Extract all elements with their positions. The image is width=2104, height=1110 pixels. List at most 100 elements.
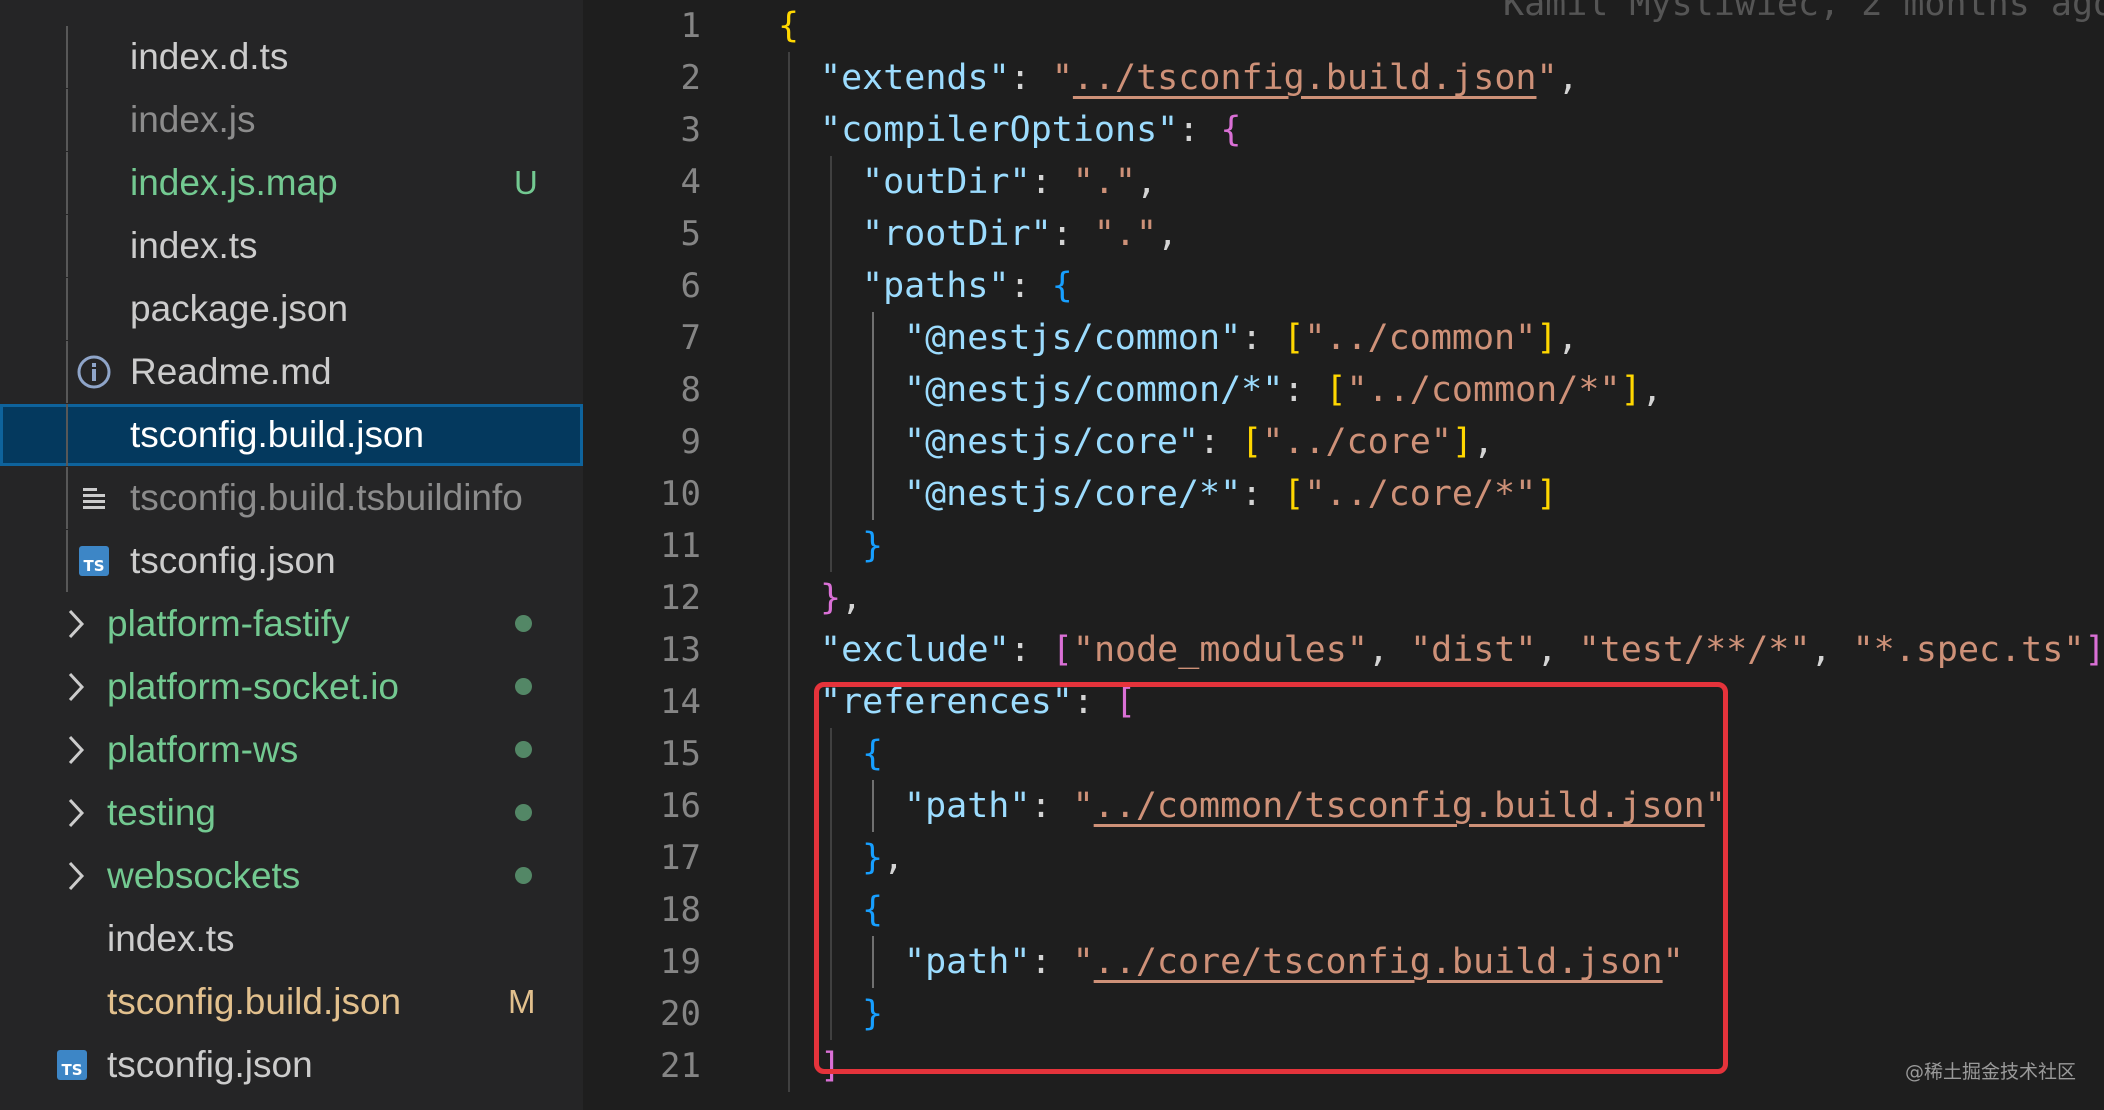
- tsconfig-icon: TS: [50, 1034, 94, 1096]
- code-token: "extends": [820, 58, 1010, 98]
- line-number: 13: [660, 630, 701, 670]
- file-label: index.js: [130, 99, 256, 140]
- code-line[interactable]: 11}: [583, 520, 2104, 572]
- code-line[interactable]: 12},: [583, 572, 2104, 624]
- code-token: :: [1009, 58, 1052, 98]
- line-code: "compilerOptions": {: [820, 104, 1241, 156]
- code-token: "@nestjs/core/*": [904, 474, 1242, 514]
- code-token: {: [1220, 110, 1242, 150]
- code-line[interactable]: 13 "exclude": ["node_modules", "dist", "t…: [583, 624, 2104, 676]
- code-token: "../common": [1304, 318, 1537, 358]
- code-token: [: [1325, 370, 1347, 410]
- code-token: :: [1178, 110, 1221, 150]
- code-token: {: [1051, 266, 1073, 306]
- file-item[interactable]: package.json: [0, 278, 583, 340]
- code-token: :: [1030, 162, 1073, 202]
- code-token: :: [1241, 318, 1284, 358]
- file-label: platform-fastify: [107, 603, 350, 644]
- path-link[interactable]: ../tsconfig.build.json: [1073, 58, 1537, 98]
- file-item[interactable]: index.js.map U: [0, 152, 583, 214]
- code-line[interactable]: 10 "@nestjs/core/*": ["../core/*"]: [583, 468, 2104, 520]
- code-line[interactable]: 7 "@nestjs/common": ["../common"],: [583, 312, 2104, 364]
- indent-guide: [66, 530, 68, 592]
- line-number: 17: [660, 838, 701, 878]
- file-item[interactable]: index.ts: [0, 215, 583, 277]
- folder-item[interactable]: platform-socket.io: [0, 656, 583, 718]
- line-code: {: [778, 0, 799, 52]
- code-token: "@nestjs/core": [904, 422, 1200, 462]
- file-label: websockets: [107, 855, 301, 896]
- file-item[interactable]: tsconfig.build.json: [0, 404, 583, 466]
- chevron-right-icon[interactable]: [62, 668, 92, 706]
- line-number: 20: [660, 994, 701, 1034]
- file-item[interactable]: Readme.md: [0, 341, 583, 403]
- code-token: ,: [841, 578, 863, 618]
- highlight-box: [814, 682, 1728, 1074]
- code-token: ]: [1536, 474, 1558, 514]
- json-braces-icon: [72, 404, 116, 466]
- code-line[interactable]: 9 "@nestjs/core": ["../core"],: [583, 416, 2104, 468]
- file-item[interactable]: index.js: [0, 89, 583, 151]
- file-item[interactable]: TS tsconfig.json: [0, 1034, 583, 1096]
- chevron-right-icon[interactable]: [62, 731, 92, 769]
- typescript-icon: [72, 26, 116, 88]
- indent-guide: [66, 467, 68, 529]
- code-token: "rootDir": [862, 214, 1052, 254]
- code-line[interactable]: 8 "@nestjs/common/*": ["../common/*"],: [583, 364, 2104, 416]
- line-code: }: [862, 520, 883, 572]
- indent-guide: [66, 89, 68, 151]
- code-token: ,: [1367, 630, 1411, 670]
- line-code: },: [820, 572, 862, 624]
- file-label: package.json: [130, 288, 349, 329]
- code-token: ".": [1072, 162, 1136, 202]
- file-item[interactable]: tsconfig.build.tsbuildinfo: [0, 467, 583, 529]
- line-number: 1: [680, 6, 701, 46]
- code-token: :: [1009, 630, 1052, 670]
- code-token: }: [862, 526, 884, 566]
- line-code: "extends": "../tsconfig.build.json",: [820, 52, 1579, 104]
- folder-item[interactable]: platform-ws: [0, 719, 583, 781]
- code-token: "../core": [1262, 422, 1452, 462]
- modified-dot-icon: [515, 804, 532, 821]
- line-number: 7: [680, 318, 701, 358]
- code-line[interactable]: 3 "compilerOptions": {: [583, 104, 2104, 156]
- code-token: ,: [1472, 422, 1495, 462]
- code-token: ,: [1641, 370, 1663, 410]
- line-number: 8: [680, 370, 701, 410]
- line-code: "@nestjs/common/*": ["../common/*"],: [904, 364, 1663, 416]
- chevron-right-icon[interactable]: [62, 605, 92, 643]
- indent-guide: [788, 52, 790, 1092]
- file-item[interactable]: index.ts: [0, 908, 583, 970]
- line-number: 2: [680, 58, 701, 98]
- chevron-right-icon[interactable]: [62, 857, 92, 895]
- code-token: :: [1051, 214, 1094, 254]
- file-item[interactable]: tsconfig.build.json M: [0, 971, 583, 1033]
- folder-item[interactable]: platform-fastify: [0, 593, 583, 655]
- indent-guide: [66, 404, 68, 466]
- code-token: ]: [1536, 318, 1558, 358]
- code-token: "compilerOptions": [820, 110, 1179, 150]
- indent-guide: [66, 341, 68, 403]
- code-token: :: [1283, 370, 1326, 410]
- git-status-badge: U: [514, 164, 538, 201]
- code-line[interactable]: 6 "paths": {: [583, 260, 2104, 312]
- code-token: :: [1009, 266, 1052, 306]
- info-icon: [72, 341, 116, 403]
- line-number: 9: [680, 422, 701, 462]
- file-item[interactable]: index.d.ts: [0, 26, 583, 88]
- folder-item[interactable]: testing: [0, 782, 583, 844]
- folder-item[interactable]: websockets: [0, 845, 583, 907]
- code-token: "test/**/*": [1578, 630, 1811, 670]
- code-token: "exclude": [820, 630, 1010, 670]
- line-number: 5: [680, 214, 701, 254]
- code-token: [: [1051, 630, 1073, 670]
- code-line[interactable]: 1{: [583, 0, 2104, 52]
- file-item[interactable]: TS tsconfig.json: [0, 530, 583, 592]
- watermark: @稀土掘金技术社区: [1904, 1061, 2076, 1083]
- file-label: index.ts: [130, 225, 258, 266]
- code-line[interactable]: 2 "extends": "../tsconfig.build.json",: [583, 52, 2104, 104]
- indent-guide: [66, 152, 68, 214]
- code-line[interactable]: 5 "rootDir": ".",: [583, 208, 2104, 260]
- code-line[interactable]: 4 "outDir": ".",: [583, 156, 2104, 208]
- chevron-right-icon[interactable]: [62, 794, 92, 832]
